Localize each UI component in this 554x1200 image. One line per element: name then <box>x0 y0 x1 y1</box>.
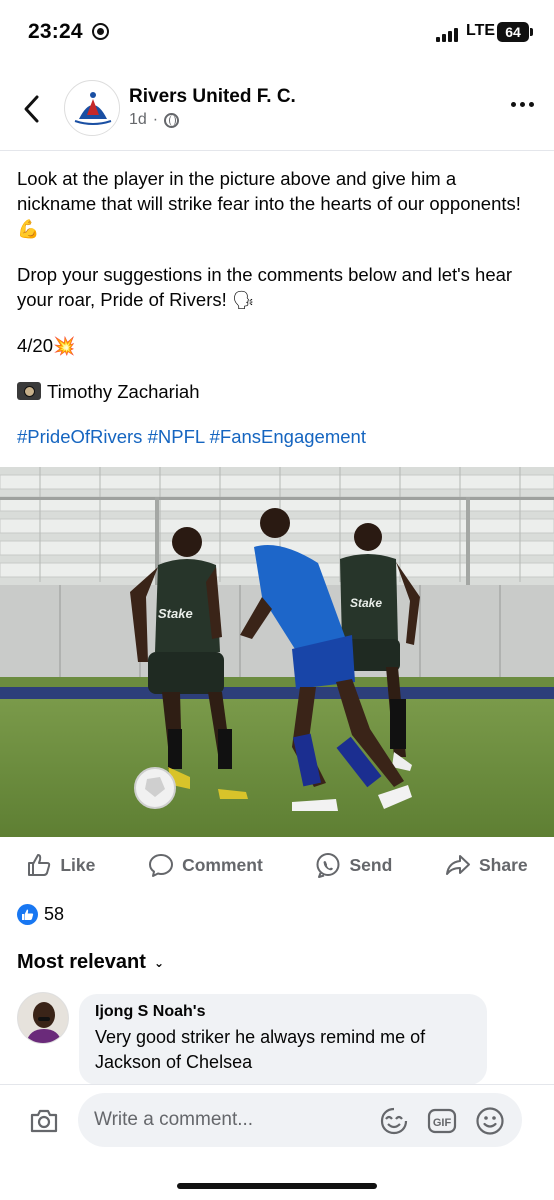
camera-icon <box>30 1109 58 1133</box>
post-photo[interactable]: Stake Stake <box>0 467 554 837</box>
network-type: LTE <box>466 22 496 39</box>
commenter-photo <box>18 993 68 1043</box>
svg-text:Stake: Stake <box>158 606 193 621</box>
gif-icon: GIF <box>427 1108 457 1134</box>
hashtag-link[interactable]: #FansEngagement <box>210 426 366 447</box>
like-icon <box>28 854 51 876</box>
focus-moon-icon <box>92 23 109 40</box>
globe-icon <box>164 112 180 128</box>
gif-button[interactable]: GIF <box>426 1105 458 1137</box>
battery-indicator: 64 <box>497 22 533 42</box>
post-paragraph-1: Look at the player in the picture above … <box>17 166 537 242</box>
more-options-icon <box>511 102 516 107</box>
back-button[interactable] <box>20 94 44 124</box>
status-bar: 23:24 LTE 64 <box>0 0 554 64</box>
share-icon <box>445 855 470 875</box>
reaction-summary[interactable]: 58 <box>17 904 64 925</box>
post-counter: 4/20💥 <box>17 333 537 359</box>
comment-text: Very good striker he always remind me of… <box>95 1027 426 1072</box>
send-icon <box>316 853 340 878</box>
post-meta: 1d · <box>129 111 180 129</box>
comment-label: Comment <box>182 854 263 875</box>
emoji-button[interactable] <box>474 1105 506 1137</box>
comment-author[interactable]: Ijong S Noah's <box>95 1003 471 1021</box>
send-label: Send <box>349 854 393 875</box>
chevron-down-icon: ⌄ <box>153 955 164 970</box>
like-label: Like <box>60 854 96 875</box>
comment-sort-label: Most relevant <box>17 951 146 973</box>
comment-icon <box>149 854 174 877</box>
page-avatar[interactable] <box>64 80 120 136</box>
like-reaction-icon <box>17 904 38 925</box>
post-time[interactable]: 1d <box>129 111 147 129</box>
svg-text:Stake: Stake <box>350 596 382 610</box>
post-header: Rivers United F. C. 1d · <box>0 72 554 148</box>
svg-text:GIF: GIF <box>433 1117 452 1129</box>
share-label: Share <box>478 854 528 875</box>
photo-credit: Timothy Zachariah <box>17 379 537 404</box>
post-action-bar: Like Comment Send Share <box>0 845 554 885</box>
avatar[interactable] <box>17 992 69 1044</box>
hashtags: #PrideOfRivers #NPFL #FansEngagement <box>17 424 537 449</box>
send-button[interactable]: Send <box>315 852 392 878</box>
flexed-biceps-emoji: 💪 <box>17 219 40 239</box>
more-options-button[interactable] <box>511 102 534 107</box>
camera-flash-emoji <box>17 382 41 400</box>
reaction-count: 58 <box>44 904 65 924</box>
collision-emoji: 💥 <box>53 336 76 356</box>
header-divider <box>0 150 554 151</box>
like-button[interactable]: Like <box>26 852 95 878</box>
meta-separator: · <box>152 111 159 128</box>
sticker-button[interactable] <box>378 1105 410 1137</box>
comment-bubble[interactable]: Ijong S Noah's Very good striker he alwa… <box>79 994 487 1085</box>
home-indicator <box>177 1183 377 1189</box>
hashtag-link[interactable]: #PrideOfRivers <box>17 426 142 447</box>
comment-button[interactable]: Comment <box>148 852 263 878</box>
comment-composer: GIF <box>0 1084 554 1200</box>
status-time: 23:24 <box>28 20 83 43</box>
cell-signal-icon <box>436 26 462 42</box>
emoji-icon <box>476 1107 504 1135</box>
speaking-head-emoji: 🗣 <box>231 290 255 310</box>
share-button[interactable]: Share <box>445 852 528 878</box>
back-arrow-icon <box>24 95 39 123</box>
camera-button[interactable] <box>28 1105 60 1137</box>
comment-sort-dropdown[interactable]: Most relevant ⌄ <box>17 951 164 974</box>
sticker-icon <box>380 1107 408 1135</box>
post-text: Look at the player in the picture above … <box>17 166 537 469</box>
club-logo-icon <box>67 83 119 135</box>
football-photo: Stake Stake <box>0 467 554 837</box>
hashtag-link[interactable]: #NPFL <box>148 426 205 447</box>
post-paragraph-2: Drop your suggestions in the comments be… <box>17 262 537 313</box>
page-name[interactable]: Rivers United F. C. <box>129 86 296 108</box>
